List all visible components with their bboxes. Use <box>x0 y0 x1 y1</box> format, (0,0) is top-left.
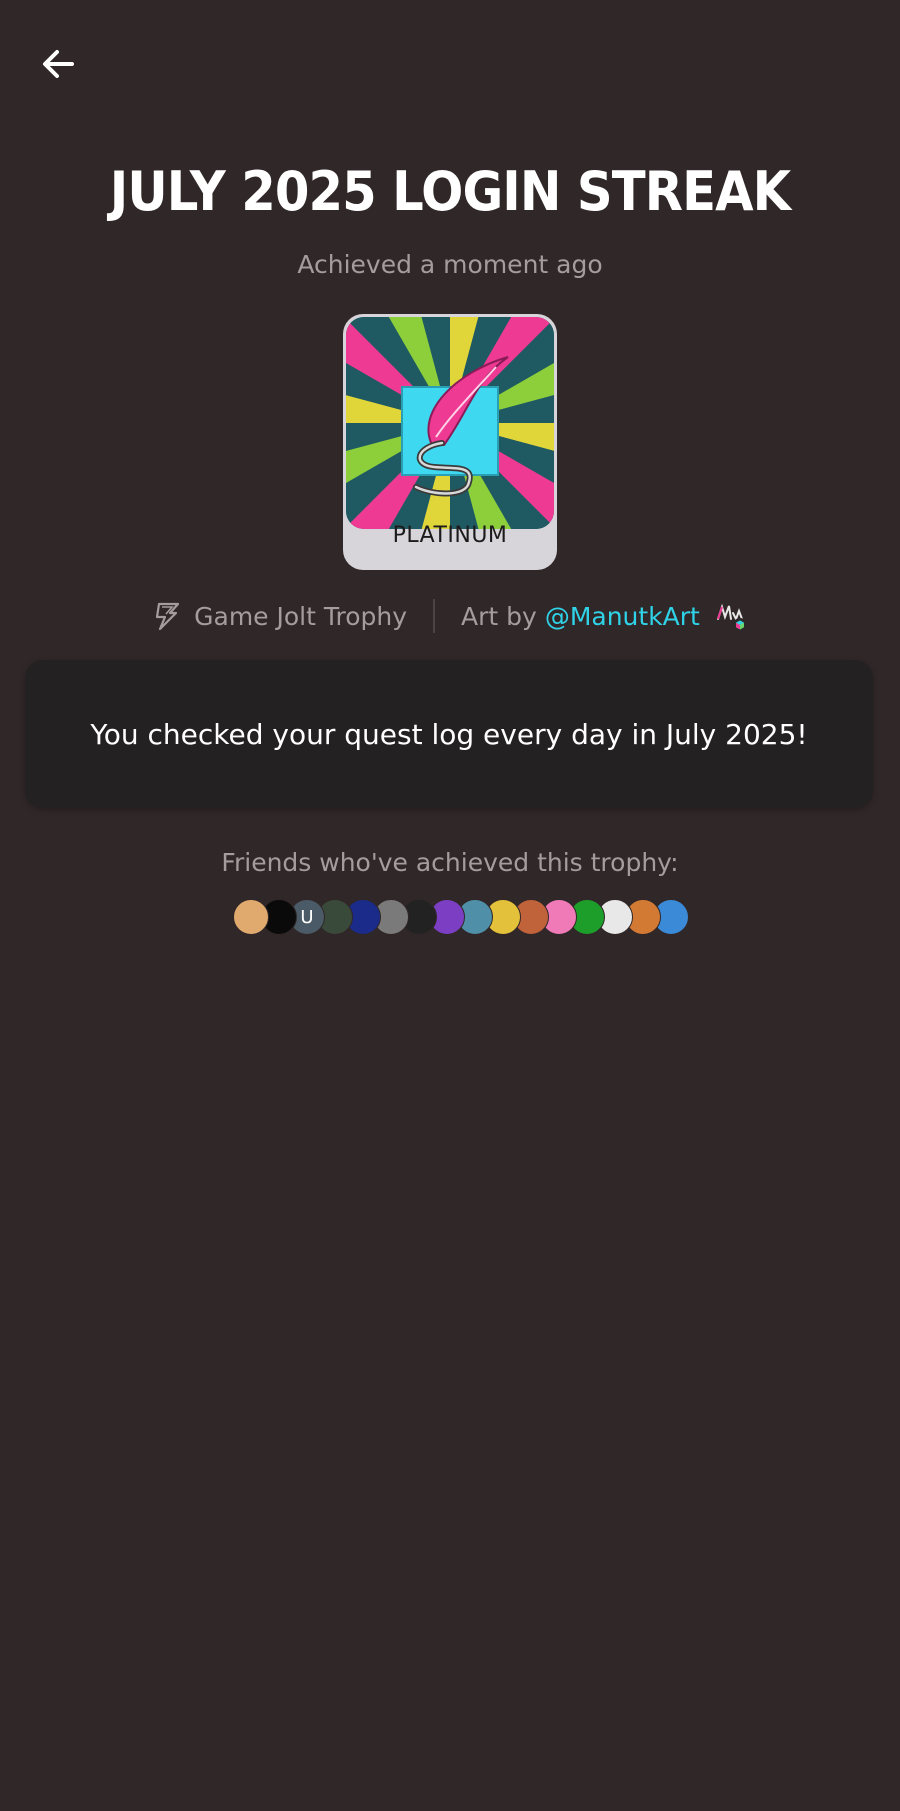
trophy-tier-label: PLATINUM <box>392 523 508 548</box>
game-jolt-bolt-icon <box>156 602 180 631</box>
friend-avatar[interactable] <box>233 899 269 935</box>
trophy-description-card: You checked your quest log every day in … <box>25 660 873 808</box>
trophy-title: JULY 2025 LOGIN STREAK <box>109 160 791 223</box>
friends-avatar-list[interactable]: U <box>233 899 689 935</box>
artist-avatar[interactable] <box>714 599 748 633</box>
trophy-meta: Game Jolt Trophy Art by @ManutkArt <box>0 596 900 636</box>
trophy-description: You checked your quest log every day in … <box>90 717 808 751</box>
achieved-time: Achieved a moment ago <box>297 250 603 279</box>
meta-divider <box>433 599 436 633</box>
arrow-left-icon <box>43 50 74 78</box>
artist-link[interactable]: @ManutkArt <box>545 602 700 631</box>
art-by-label: Art by <box>461 601 537 631</box>
friends-label: Friends who've achieved this trophy: <box>221 848 679 877</box>
trophy-source-label: Game Jolt Trophy <box>194 601 408 631</box>
trophy-image <box>346 317 554 529</box>
back-button[interactable] <box>34 40 82 88</box>
